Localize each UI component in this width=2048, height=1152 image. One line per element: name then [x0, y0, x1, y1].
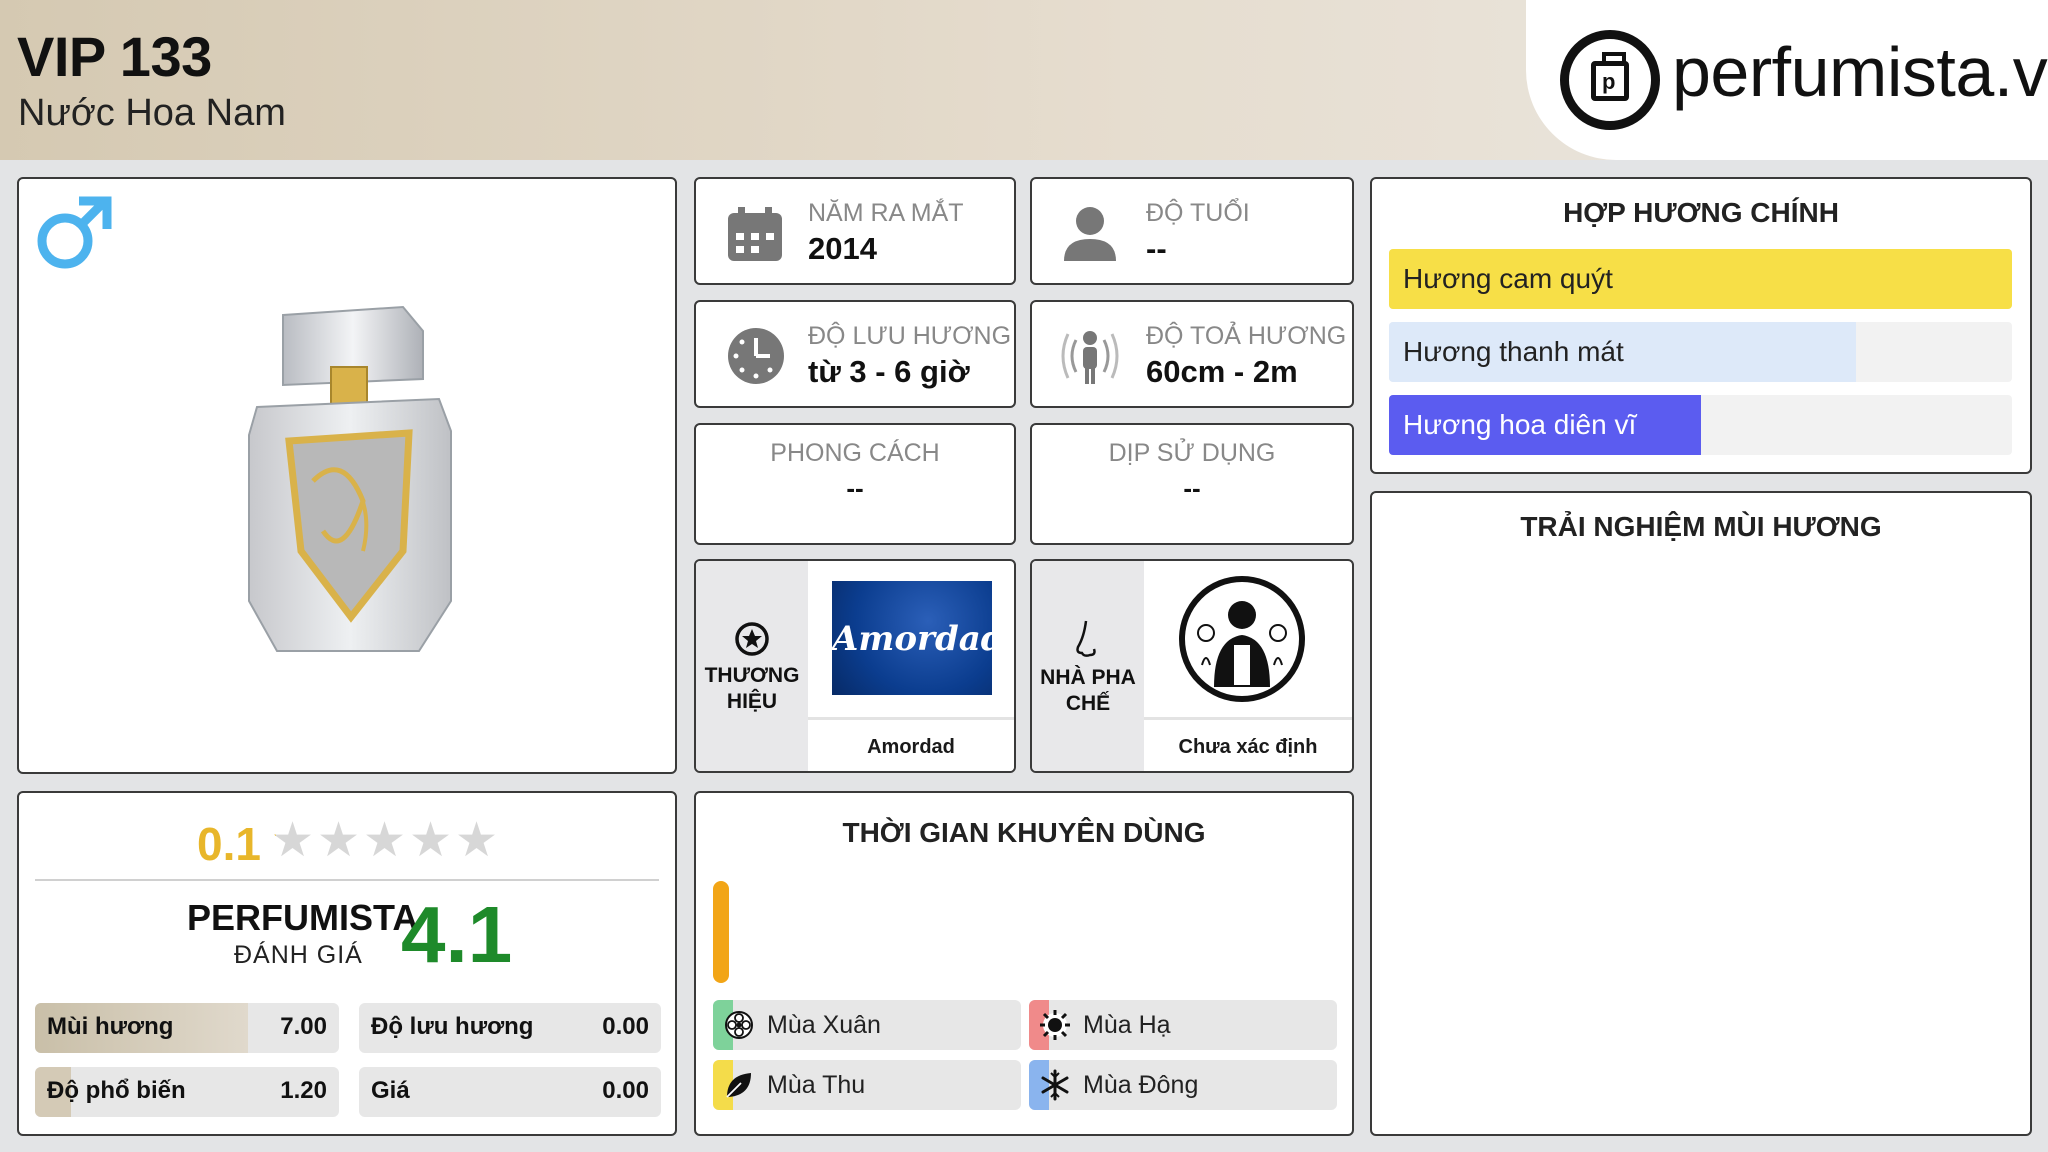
rating-card: 0.1 ★ ★ ★ ★ ★ ★ PERFUMISTA ĐÁNH GIÁ 4.1 …: [17, 791, 677, 1136]
star-icon: ★: [409, 814, 453, 867]
longevity-cell: ĐỘ LƯU HƯƠNG từ 3 - 6 giờ: [694, 300, 1016, 408]
sillage-cell: ĐỘ TOẢ HƯƠNG 60cm - 2m: [1030, 300, 1354, 408]
style-cell: PHONG CÁCH --: [694, 423, 1016, 545]
sillage-value: 60cm - 2m: [1146, 354, 1298, 389]
perfumer-avatar-icon: [1179, 576, 1305, 702]
user-rating-score: 0.1: [197, 818, 261, 870]
metric-label: Độ lưu hương: [371, 1013, 534, 1040]
time-of-day-bar: [713, 881, 729, 983]
male-icon: [37, 196, 112, 269]
perfumista-label: PERFUMISTA: [187, 897, 419, 938]
main-accords-title: HỢP HƯƠNG CHÍNH: [1563, 197, 1839, 228]
perfumista-score: 4.1: [401, 890, 513, 979]
scent-experience-card: TRẢI NGHIỆM MÙI HƯƠNG: [1370, 491, 2032, 1136]
season-summer[interactable]: Mùa Hạ: [1029, 1000, 1337, 1050]
star-icon: ★: [271, 814, 315, 867]
metric-scent: Mùi hương 7.00: [35, 1003, 339, 1053]
age-label: ĐỘ TUỔI: [1146, 199, 1250, 227]
main-accords-card: HỢP HƯƠNG CHÍNH Hương cam quýt Hương tha…: [1370, 177, 2032, 474]
age-value: --: [1146, 231, 1167, 266]
metric-label: Mùi hương: [47, 1013, 174, 1040]
perfumer-name: Chưa xác định: [1144, 717, 1352, 771]
sun-icon: [1040, 1010, 1070, 1040]
star-icon: ★: [363, 814, 407, 867]
product-image-card: [17, 177, 677, 774]
season-label: Mùa Đông: [1083, 1071, 1199, 1099]
accord-label: Hương hoa diên vĩ: [1403, 409, 1637, 440]
person-icon: [1064, 207, 1116, 261]
star-icon: ★: [317, 814, 361, 867]
perfumer-cell[interactable]: NHÀ PHA CHẾ Chưa xác định: [1030, 559, 1354, 773]
release-year-cell: NĂM RA MẮT 2014: [694, 177, 1016, 285]
brand-cell[interactable]: THƯƠNG HIỆU Amordad Amordad: [694, 559, 1016, 773]
metric-value: 0.00: [602, 1013, 649, 1040]
release-year-label: NĂM RA MẮT: [808, 199, 964, 227]
clock-icon: [728, 328, 784, 384]
season-label: Mùa Hạ: [1083, 1011, 1171, 1039]
occasion-label: DỊP SỬ DỤNG: [1108, 439, 1276, 467]
perfumer-label: NHÀ PHA CHẾ: [1040, 666, 1136, 715]
snowflake-icon: [1041, 1069, 1069, 1101]
metric-popularity: Độ phổ biến 1.20: [35, 1067, 339, 1117]
metric-label: Độ phổ biến: [47, 1077, 186, 1104]
longevity-label: ĐỘ LƯU HƯƠNG: [808, 322, 1012, 350]
accord-bar[interactable]: Hương thanh mát: [1389, 322, 2012, 382]
brand-logo-text: Amordad: [832, 619, 992, 659]
perfume-bottle-image: [248, 305, 452, 652]
brand-logo: Amordad: [832, 581, 992, 695]
longevity-value: từ 3 - 6 giờ: [808, 354, 970, 389]
metric-price: Giá 0.00: [359, 1067, 661, 1117]
radiating-person-icon: [1061, 331, 1119, 384]
metric-value: 7.00: [280, 1013, 327, 1040]
accord-label: Hương thanh mát: [1403, 336, 1624, 367]
style-value: --: [846, 473, 864, 503]
style-label: PHONG CÁCH: [770, 439, 940, 467]
perfumista-sub-label: ĐÁNH GIÁ: [234, 941, 363, 969]
recommended-time-card: THỜI GIAN KHUYÊN DÙNG Mùa Xuân Mùa Hạ Mù…: [694, 791, 1354, 1136]
star-partial-fill: ★: [271, 817, 276, 865]
accord-bar[interactable]: Hương cam quýt: [1389, 249, 2012, 309]
page-title: VIP 133: [17, 25, 212, 88]
nose-icon: [1076, 620, 1096, 657]
age-cell: ĐỘ TUỔI --: [1030, 177, 1354, 285]
season-autumn[interactable]: Mùa Thu: [713, 1060, 1021, 1110]
season-winter[interactable]: Mùa Đông: [1029, 1060, 1337, 1110]
divider: [35, 879, 659, 881]
release-year-value: 2014: [808, 231, 877, 266]
occasion-cell: DỊP SỬ DỤNG --: [1030, 423, 1354, 545]
scent-experience-title: TRẢI NGHIỆM MÙI HƯƠNG: [1520, 511, 1882, 542]
metric-longevity: Độ lưu hương 0.00: [359, 1003, 661, 1053]
star-circle-icon: [735, 622, 769, 656]
occasion-value: --: [1183, 473, 1201, 503]
leaf-icon: [726, 1073, 751, 1098]
season-spring[interactable]: Mùa Xuân: [713, 1000, 1021, 1050]
logo-text[interactable]: perfumista.vn: [1672, 32, 2048, 112]
page-subtitle: Nước Hoa Nam: [18, 92, 286, 134]
recommended-time-title: THỜI GIAN KHUYÊN DÙNG: [842, 817, 1206, 848]
sillage-label: ĐỘ TOẢ HƯƠNG: [1146, 322, 1347, 350]
perfume-bottle-logo-icon: p: [1560, 30, 1660, 130]
metric-value: 0.00: [602, 1077, 649, 1104]
metric-label: Giá: [371, 1077, 410, 1104]
calendar-icon: [728, 207, 782, 261]
star-icon: ★: [455, 814, 499, 867]
flower-icon: [725, 1011, 753, 1039]
metric-value: 1.20: [280, 1077, 327, 1104]
season-label: Mùa Thu: [767, 1071, 866, 1099]
brand-label: THƯƠNG HIỆU: [704, 664, 800, 713]
accord-bar[interactable]: Hương hoa diên vĩ: [1389, 395, 2012, 455]
season-label: Mùa Xuân: [767, 1011, 881, 1039]
accord-label: Hương cam quýt: [1403, 263, 1613, 294]
brand-name: Amordad: [808, 717, 1014, 771]
